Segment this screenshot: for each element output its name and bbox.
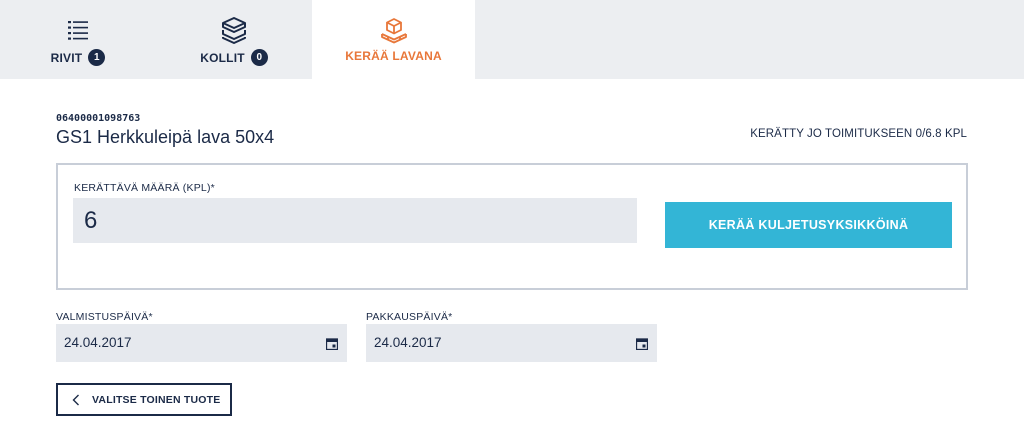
pallet-icon: [380, 18, 407, 44]
quantity-panel: KERÄTTÄVÄ MÄÄRÄ (KPL)* KERÄÄ KULJETUSYKS…: [56, 163, 968, 290]
tab-kollit[interactable]: KOLLIT 0: [156, 0, 312, 79]
quantity-input[interactable]: [73, 198, 637, 243]
collected-status: KERÄTTY JO TOIMITUKSEEN 0/6.8 KPL: [750, 128, 967, 140]
choose-other-product-button[interactable]: VALITSE TOINEN TUOTE: [56, 383, 232, 416]
list-icon: [68, 21, 88, 40]
manufacture-date-value: 24.04.2017: [64, 335, 132, 350]
quantity-label: KERÄTTÄVÄ MÄÄRÄ (KPL)*: [74, 182, 215, 194]
packing-date-field[interactable]: 24.04.2017: [366, 324, 657, 362]
boxes-icon: [222, 17, 246, 44]
manufacture-date-label: VALMISTUSPÄIVÄ*: [56, 311, 153, 323]
tab-bar: RIVIT 1 KOLLIT 0 KERÄÄ LAVANA: [0, 0, 1024, 79]
manufacture-date-field[interactable]: 24.04.2017: [56, 324, 347, 362]
tab-rivit[interactable]: RIVIT 1: [0, 0, 156, 79]
tab-label: KOLLIT: [200, 50, 245, 65]
count-badge: 1: [88, 49, 106, 66]
collect-as-transport-units-button[interactable]: KERÄÄ KULJETUSYKSIKKÖINÄ: [665, 202, 952, 248]
packing-date-value: 24.04.2017: [374, 335, 442, 350]
count-badge: 0: [250, 49, 268, 66]
tab-label: KERÄÄ LAVANA: [345, 49, 442, 63]
tab-label: RIVIT: [50, 50, 83, 65]
calendar-icon[interactable]: [636, 338, 648, 350]
product-code: 06400001098763: [56, 113, 141, 124]
product-name: GS1 Herkkuleipä lava 50x4: [56, 127, 275, 147]
calendar-icon[interactable]: [326, 338, 338, 350]
choose-other-product-label: VALITSE TOINEN TUOTE: [92, 393, 221, 406]
tab-keraa-lavana[interactable]: KERÄÄ LAVANA: [312, 0, 475, 79]
packing-date-label: PAKKAUSPÄIVÄ*: [366, 311, 453, 323]
chevron-left-icon: [72, 394, 79, 405]
